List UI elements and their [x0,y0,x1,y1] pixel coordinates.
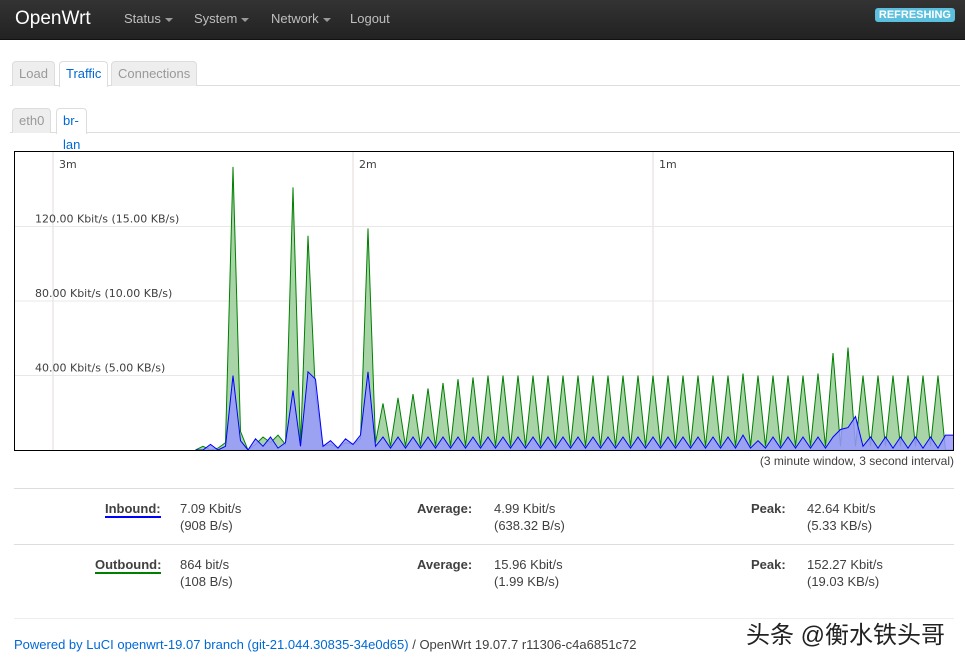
menu-system[interactable]: System [194,11,250,26]
inbound-peak-label: Peak: [751,501,786,516]
chevron-down-icon [241,17,250,22]
tab-load[interactable]: Load [12,61,55,86]
outbound-peak: 152.27 Kbit/s (19.03 KB/s) [807,556,883,590]
inbound-label: Inbound: [105,501,161,518]
menu-status-label: Status [124,11,161,26]
traffic-graph: 3m 2m 1m 40.00 Kbit/s (5.00 KB/s) 80.00 Kbit… [14,151,954,451]
outbound-average: 15.96 Kbit/s (1.99 KB/s) [494,556,563,590]
refreshing-badge[interactable]: REFRESHING [874,8,955,22]
tab-eth0[interactable]: eth0 [12,108,52,133]
chevron-down-icon [322,17,331,22]
outbound-label: Outbound: [95,557,162,574]
brand-logo[interactable]: OpenWrt [15,8,91,30]
openwrt-version: / OpenWrt 19.07.7 r11306-c4a6851c72 [408,637,637,652]
outbound-peak-label: Peak: [751,557,786,572]
outbound-current-bits: 864 bit/s [180,557,230,572]
menu-system-label: System [194,11,238,26]
interface-tabs-divider [10,132,960,133]
y-tick-label: 80.00 Kbit/s (10.00 KB/s) [35,287,172,300]
traffic-chart-svg: 3m 2m 1m 40.00 Kbit/s (5.00 KB/s) 80.00 Kbit… [15,152,953,450]
tab-br-lan[interactable]: br-lan [56,108,88,152]
graph-caption: (3 minute window, 3 second interval) [759,454,954,468]
tab-traffic[interactable]: Traffic [59,61,109,87]
inbound-average-bits: 4.99 Kbit/s [494,501,556,516]
outbound-average-bytes: (1.99 KB/s) [494,574,560,589]
chevron-down-icon [164,17,173,22]
luci-link[interactable]: Powered by LuCI openwrt-19.07 branch (gi… [14,637,409,652]
outbound-average-bits: 15.96 Kbit/s [494,557,563,572]
outbound-peak-bytes: (19.03 KB/s) [807,574,880,589]
outbound-average-label: Average: [417,557,473,572]
footer: Powered by LuCI openwrt-19.07 branch (gi… [14,637,637,652]
inbound-average-label: Average: [417,501,473,516]
menu-network-label: Network [271,11,319,26]
inbound-current-bytes: (908 B/s) [180,518,233,533]
outbound-peak-bits: 152.27 Kbit/s [807,557,883,572]
x-tick-label: 1m [659,158,677,171]
outbound-current-bytes: (108 B/s) [180,574,233,589]
top-navbar: OpenWrt Status System Network Logout REF… [0,0,965,40]
inbound-average: 4.99 Kbit/s (638.32 B/s) [494,500,565,534]
menu-status[interactable]: Status [124,11,173,26]
outbound-current: 864 bit/s (108 B/s) [180,556,233,590]
inbound-average-bytes: (638.32 B/s) [494,518,565,533]
inbound-peak-bits: 42.64 Kbit/s [807,501,876,516]
y-tick-label: 40.00 Kbit/s (5.00 KB/s) [35,362,165,375]
menu-logout[interactable]: Logout [350,11,390,26]
inbound-peak: 42.64 Kbit/s (5.33 KB/s) [807,500,876,534]
inbound-current-bits: 7.09 Kbit/s [180,501,242,516]
inbound-current: 7.09 Kbit/s (908 B/s) [180,500,241,534]
tab-connections[interactable]: Connections [111,61,198,86]
x-tick-label: 3m [59,158,77,171]
stats-row-divider [14,544,954,545]
menu-network[interactable]: Network [271,11,331,26]
stats-top-divider [14,488,954,489]
y-tick-label: 120.00 Kbit/s (15.00 KB/s) [35,213,179,226]
inbound-peak-bytes: (5.33 KB/s) [807,518,873,533]
watermark: 头条 @衡水铁头哥 [745,622,945,649]
x-tick-label: 2m [359,158,377,171]
